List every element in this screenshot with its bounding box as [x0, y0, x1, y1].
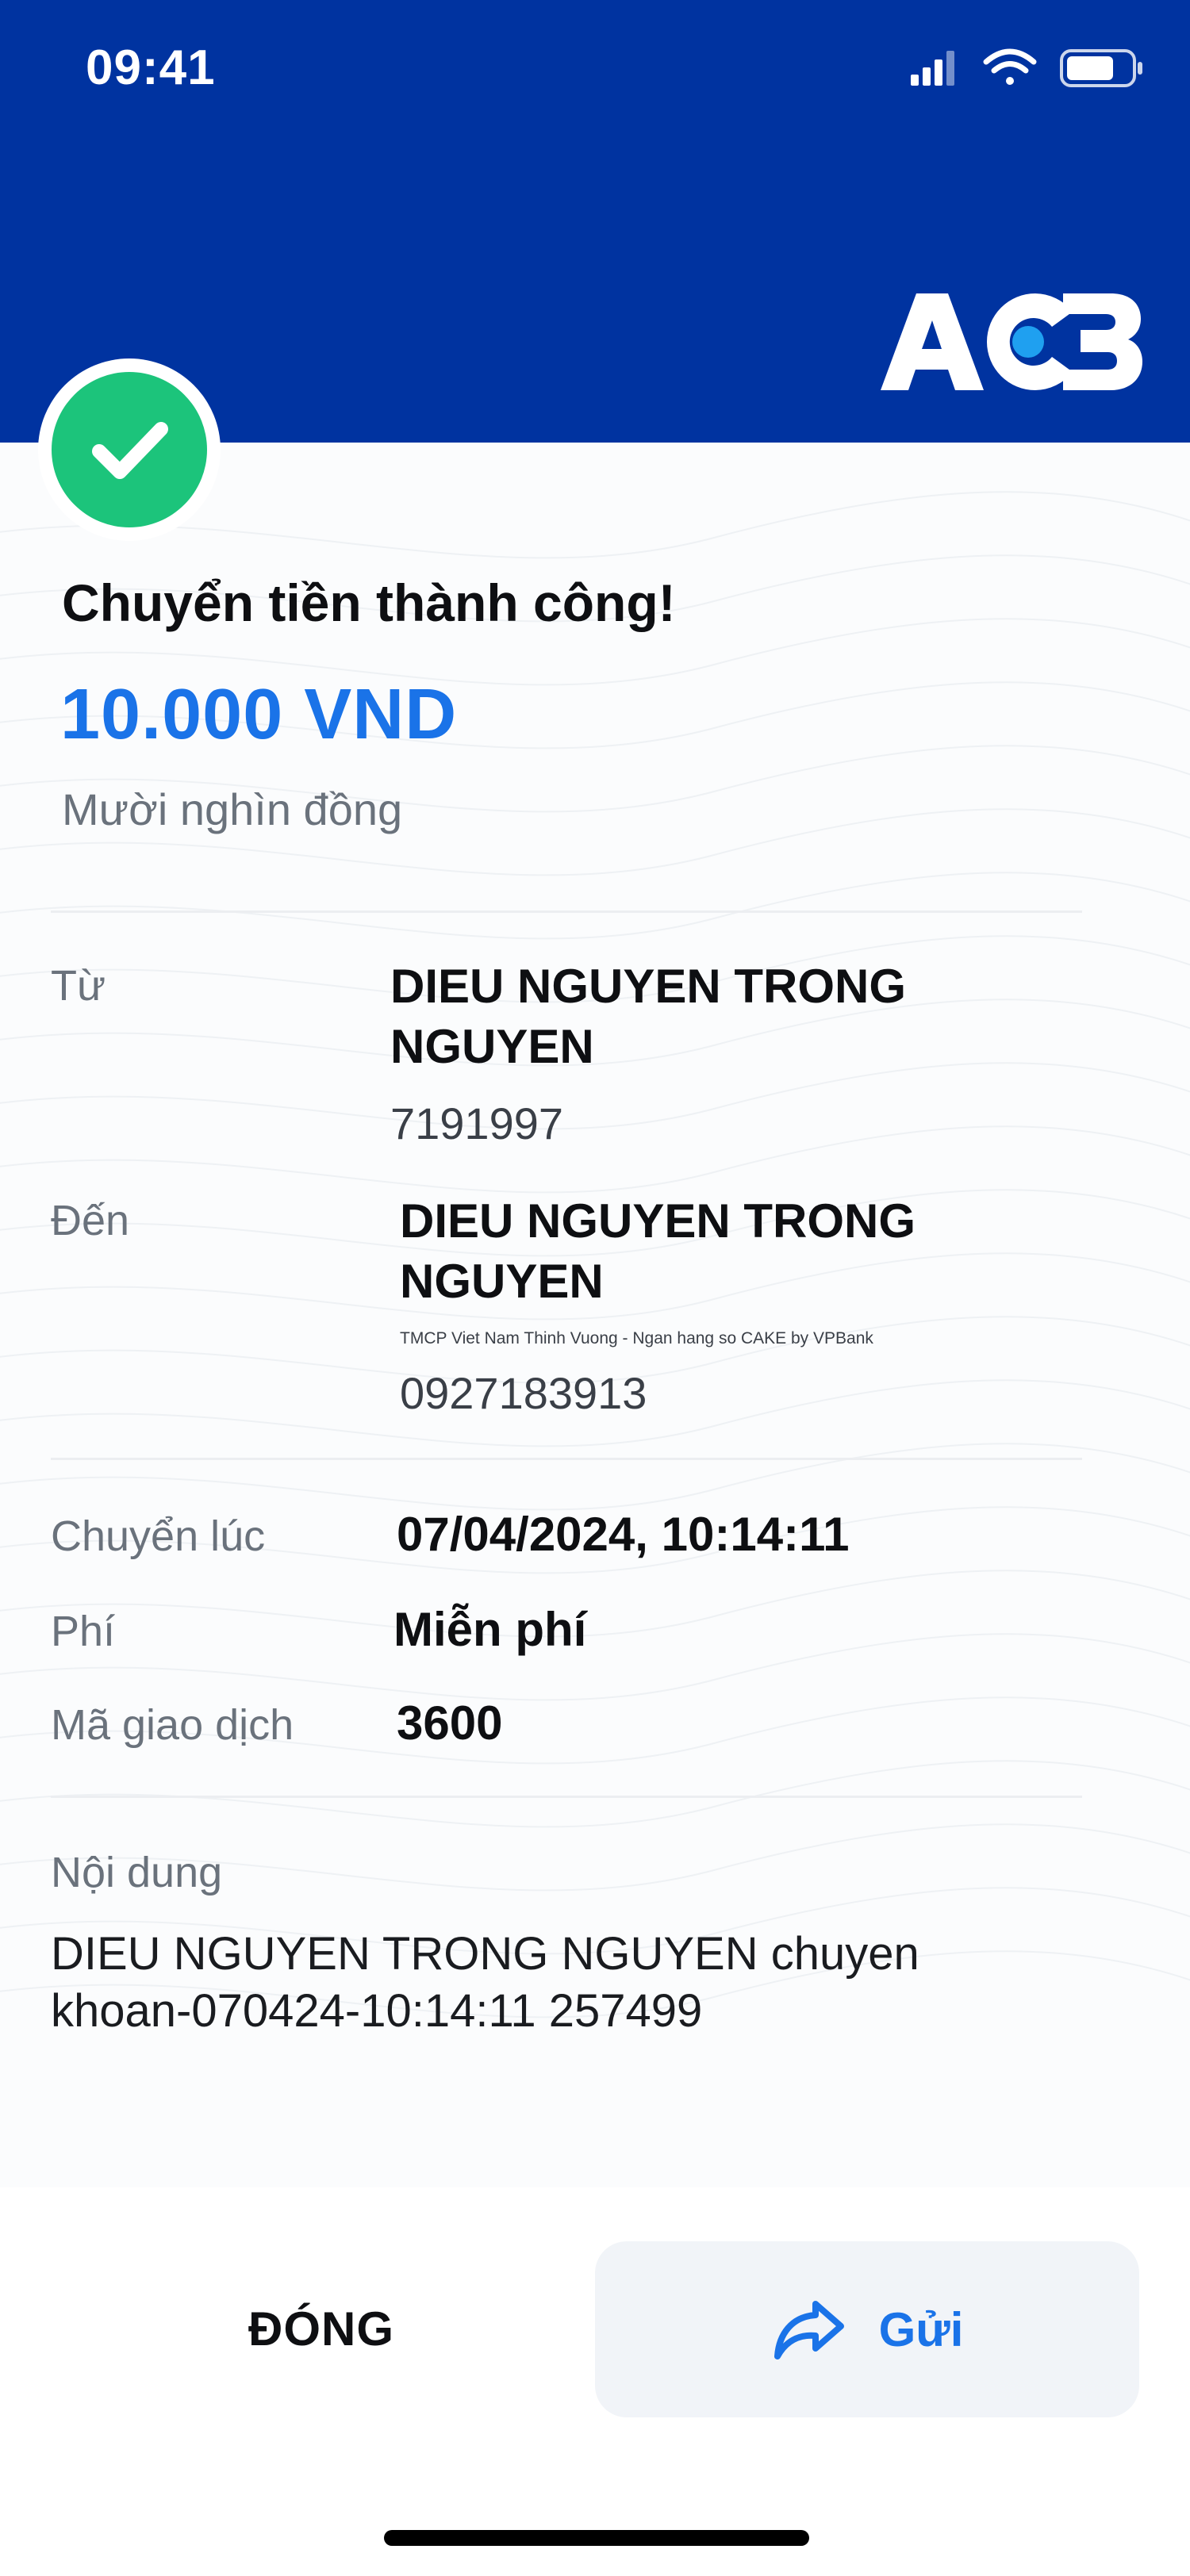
to-bank-name: TMCP Viet Nam Thinh Vuong - Ngan hang so…: [400, 1329, 873, 1347]
success-badge: [38, 358, 221, 541]
transfer-receipt-screen: 09:41 Chuyển tiền thành công! 10.000 VND…: [0, 0, 1190, 2576]
divider: [51, 1458, 1082, 1460]
home-indicator[interactable]: [384, 2530, 809, 2546]
status-time: 09:41: [86, 40, 216, 95]
time-value: 07/04/2024, 10:14:11: [397, 1508, 850, 1561]
to-account: 0927183913: [400, 1368, 647, 1418]
from-name-line2: NGUYEN: [390, 1020, 594, 1073]
amount-in-words: Mười nghìn đồng: [62, 784, 403, 834]
content-line1: DIEU NGUYEN TRONG NGUYEN chuyen: [51, 1928, 919, 1980]
content-line2: khoan-070424-10:14:11 257499: [51, 1985, 703, 2037]
transfer-amount: 10.000 VND: [60, 675, 458, 754]
battery-icon: [1060, 49, 1142, 87]
time-label: Chuyển lúc: [51, 1512, 266, 1560]
close-button[interactable]: ĐÓNG: [119, 2241, 524, 2416]
divider: [51, 1796, 1082, 1798]
fee-value: Miễn phí: [393, 1603, 587, 1656]
to-label: Đến: [51, 1197, 130, 1244]
to-name-line1: DIEU NGUYEN TRONG: [400, 1194, 916, 1248]
fee-label: Phí: [51, 1608, 116, 1655]
check-icon: [52, 372, 207, 527]
send-button-label: Gửi: [878, 2302, 964, 2356]
transaction-id-value: 3600: [397, 1696, 503, 1750]
send-button[interactable]: Gửi: [595, 2241, 1139, 2417]
status-icons: [911, 48, 1142, 87]
transaction-id-label: Mã giao dịch: [51, 1701, 294, 1749]
receipt-title: Chuyển tiền thành công!: [62, 573, 676, 632]
to-name-line2: NGUYEN: [400, 1255, 604, 1308]
from-name-line1: DIEU NGUYEN TRONG: [390, 960, 907, 1013]
divider: [51, 910, 1082, 913]
cellular-signal-icon: [911, 51, 954, 86]
from-account: 7191997: [390, 1098, 564, 1148]
content-label: Nội dung: [51, 1849, 223, 1896]
acb-logo: [881, 293, 1142, 390]
content-text: DIEU NGUYEN TRONG NGUYEN chuyen khoan-07…: [51, 1926, 1106, 2040]
from-label: Từ: [51, 962, 106, 1010]
wifi-icon: [983, 48, 1037, 85]
share-arrow-icon: [774, 2301, 844, 2359]
